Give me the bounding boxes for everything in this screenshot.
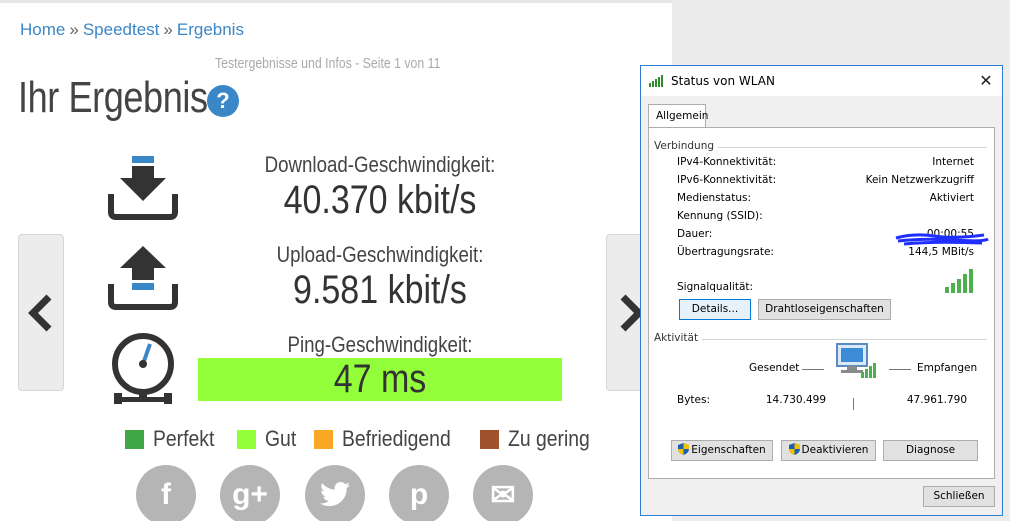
- page-subtitle: Testergebnisse und Infos - Seite 1 von 1…: [215, 55, 441, 72]
- close-icon[interactable]: ✕: [976, 71, 996, 91]
- disable-button[interactable]: Deaktivieren: [781, 440, 876, 461]
- breadcrumb-separator: »: [69, 20, 79, 39]
- twitter-icon[interactable]: [305, 465, 365, 521]
- connection-heading: Verbindung: [654, 140, 719, 152]
- dialog-titlebar: Status von WLAN ✕: [641, 66, 1002, 96]
- pinterest-icon[interactable]: p: [389, 465, 449, 521]
- legend-swatch: [314, 429, 334, 449]
- facebook-icon[interactable]: f: [136, 465, 196, 521]
- page-title: Ihr Ergebnis: [18, 73, 208, 122]
- upload-icon: [108, 246, 178, 310]
- connection-row-label: IPv6-Konnektivität:: [677, 174, 777, 186]
- legend-item: Gut: [236, 426, 300, 452]
- group-divider: [655, 339, 987, 340]
- chevron-left-icon: [28, 294, 52, 332]
- previous-button[interactable]: [18, 234, 64, 391]
- legend-swatch: [236, 429, 256, 449]
- breadcrumb-speedtest-link[interactable]: Speedtest: [83, 20, 160, 39]
- connection-row-value: 144,5 MBit/s: [908, 246, 974, 258]
- wlan-status-dialog: Status von WLAN ✕ Allgemein Verbindung I…: [640, 65, 1003, 516]
- legend-label: Perfekt: [153, 426, 215, 451]
- ping-label: Ping-Geschwindigkeit:: [287, 332, 473, 357]
- sent-line: [802, 369, 824, 370]
- breadcrumb-separator: »: [163, 20, 173, 39]
- upload-value: 9.581 kbit/s: [293, 268, 467, 312]
- bytes-received-value: 47.961.790: [906, 394, 967, 406]
- breadcrumb-home-link[interactable]: Home: [20, 20, 65, 39]
- redacted-ssid-scribble: [895, 233, 989, 246]
- legend-label: Befriedigend: [342, 426, 451, 451]
- details-button[interactable]: Details...: [679, 299, 751, 320]
- ping-value: 47 ms: [333, 357, 427, 401]
- bytes-sent-value: 14.730.499: [765, 394, 826, 406]
- download-icon: [108, 156, 178, 220]
- uac-shield-icon: [678, 443, 690, 455]
- dialog-title: Status von WLAN: [671, 74, 775, 88]
- help-icon[interactable]: ?: [207, 85, 239, 117]
- connection-row-label: Übertragungsrate:: [677, 246, 774, 258]
- connection-row-value: Aktiviert: [929, 192, 974, 204]
- signal-quality-label: Signalqualität:: [677, 281, 754, 293]
- received-label: Empfangen: [917, 362, 978, 374]
- disable-button-label: Deaktivieren: [801, 444, 869, 456]
- tab-panel: Verbindung IPv4-Konnektivität: Internet IP…: [648, 127, 995, 479]
- legend-label: Gut: [264, 426, 296, 451]
- activity-heading: Aktivität: [654, 332, 703, 344]
- uac-shield-icon: [788, 443, 800, 455]
- connection-row-label: Dauer:: [677, 228, 713, 240]
- properties-button-label: Eigenschaften: [691, 444, 766, 456]
- screen: Home» Speedtest» Ergebnis Testergebnisse u…: [0, 0, 1010, 521]
- email-icon[interactable]: ✉: [473, 465, 533, 521]
- legend-item: Perfekt: [125, 426, 223, 452]
- legend-swatch: [125, 429, 144, 449]
- breadcrumb-result-link[interactable]: Ergebnis: [177, 20, 244, 39]
- properties-button[interactable]: Eigenschaften: [671, 440, 773, 461]
- tab-general[interactable]: Allgemein: [648, 104, 708, 128]
- connection-row-value: Kein Netzwerkzugriff: [865, 174, 974, 186]
- wifi-signal-icon: [649, 75, 663, 87]
- legend-swatch: [479, 429, 499, 449]
- network-computer-icon: [836, 343, 876, 378]
- sent-label: Gesendet: [749, 362, 800, 374]
- close-button[interactable]: Schließen: [923, 486, 995, 507]
- rating-legend: Perfekt Gut Befriedigend Zu gering: [125, 426, 615, 452]
- legend-label: Zu gering: [507, 426, 590, 451]
- legend-item: Zu gering: [479, 426, 601, 452]
- bytes-divider: [853, 398, 854, 410]
- connection-row-value: Internet: [932, 156, 974, 168]
- top-border: [0, 0, 672, 3]
- bytes-label: Bytes:: [677, 394, 711, 406]
- upload-label: Upload-Geschwindigkeit:: [276, 242, 484, 267]
- signal-strength-icon: [945, 269, 973, 293]
- breadcrumb: Home» Speedtest» Ergebnis: [20, 20, 244, 40]
- diagnose-button[interactable]: Diagnose: [883, 440, 978, 461]
- download-label: Download-Geschwindigkeit:: [264, 152, 496, 177]
- received-line: [889, 369, 911, 370]
- connection-row-label: Kennung (SSID):: [677, 210, 763, 222]
- download-value: 40.370 kbit/s: [283, 178, 477, 222]
- google-plus-icon[interactable]: g+: [220, 465, 280, 521]
- twitter-bird-shape: [320, 482, 350, 507]
- dialog-body: Allgemein Verbindung IPv4-Konnektivität:…: [641, 96, 1002, 515]
- connection-row-label: Medienstatus:: [677, 192, 752, 204]
- connection-row-label: IPv4-Konnektivität:: [677, 156, 777, 168]
- legend-item: Befriedigend: [314, 426, 466, 452]
- wireless-properties-button[interactable]: Drahtloseigenschaften: [758, 299, 891, 320]
- gauge-icon: [112, 333, 174, 404]
